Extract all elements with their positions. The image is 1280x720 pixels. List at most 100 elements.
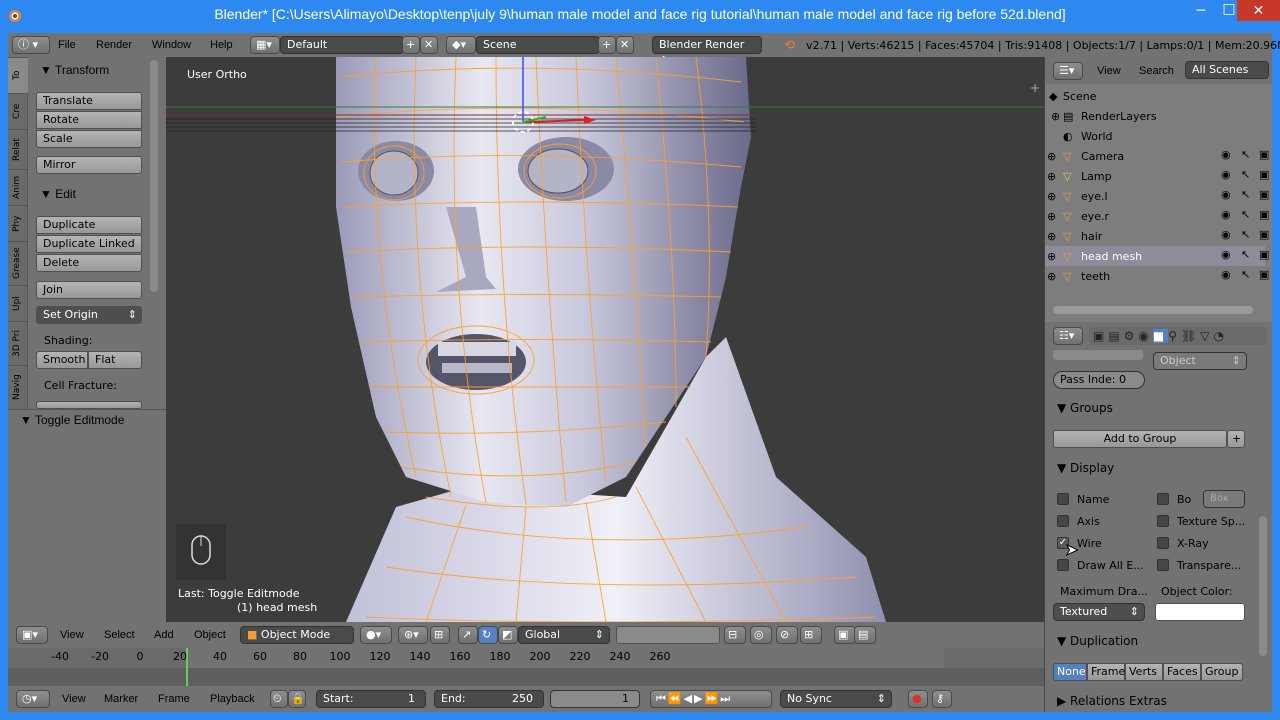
edit-panel-header[interactable]: ▼ Edit xyxy=(40,187,76,201)
orientation-dropdown[interactable]: Global ⇕ xyxy=(518,626,610,644)
tab-3d-print[interactable]: 3D Pri xyxy=(8,321,28,365)
xray-checkbox[interactable] xyxy=(1157,537,1169,549)
menu-marker[interactable]: Marker xyxy=(104,693,138,705)
outliner-object-row[interactable]: ⊕ ▽ Lamp ◉ ↖ ▣ xyxy=(1045,166,1269,186)
cell-fracture-button[interactable] xyxy=(36,401,142,409)
scene-icon[interactable]: ◆▾ xyxy=(446,36,476,54)
selectability-cursor-icon[interactable]: ↖ xyxy=(1241,249,1252,260)
editor-type-3d-button[interactable]: ▣▾ xyxy=(16,626,48,644)
editor-type-properties-button[interactable]: ☷▾ xyxy=(1053,327,1083,345)
bounds-type-dropdown[interactable]: Box xyxy=(1203,490,1245,508)
menu-frame[interactable]: Frame xyxy=(158,693,190,705)
remove-scene-icon[interactable]: ✕ xyxy=(616,36,634,54)
current-frame-field[interactable]: 1 xyxy=(550,690,640,708)
menu-view[interactable]: View xyxy=(60,629,84,641)
duplication-option-button[interactable]: Frame xyxy=(1087,663,1125,681)
timeline[interactable]: -40 -20 0 20 40 60 80 100 120 140 160 180 200 220 240 2… xyxy=(8,648,1044,686)
close-button[interactable]: ✕ xyxy=(1237,0,1280,21)
visibility-eye-icon[interactable]: ◉ xyxy=(1221,209,1232,220)
menu-playback[interactable]: Playback xyxy=(210,693,255,705)
duplication-option-button[interactable]: Group xyxy=(1201,663,1243,681)
editor-type-timeline-button[interactable]: ◷▾ xyxy=(16,690,50,708)
record-icon[interactable]: ● xyxy=(908,690,928,708)
translate-manipulator-icon[interactable]: ↗ xyxy=(458,626,478,644)
selectability-cursor-icon[interactable]: ↖ xyxy=(1241,189,1252,200)
editor-type-info-button[interactable]: ⓘ ▾ xyxy=(12,36,50,54)
renderability-camera-icon[interactable]: ▣ xyxy=(1259,169,1270,180)
menu-outliner-view[interactable]: View xyxy=(1097,65,1121,77)
object-dropdown[interactable]: Object ⇕ xyxy=(1153,352,1247,370)
screen-layout-field[interactable]: Default xyxy=(280,36,404,54)
join-button[interactable]: Join xyxy=(36,281,142,299)
remove-layout-icon[interactable]: ✕ xyxy=(420,36,438,54)
duplication-option-button[interactable]: None xyxy=(1053,663,1087,681)
add-layout-icon[interactable]: + xyxy=(402,36,420,54)
outliner-object-row[interactable]: ⊕ ▽ teeth ◉ ↖ ▣ xyxy=(1045,266,1269,286)
menu-file[interactable]: File xyxy=(58,39,76,51)
duplication-panel-header[interactable]: ▼ Duplication xyxy=(1057,634,1138,648)
rotate-manipulator-icon[interactable]: ↻ xyxy=(478,626,498,644)
end-frame-field[interactable]: End: 250 xyxy=(434,690,544,708)
properties-scrollbar[interactable] xyxy=(1259,516,1267,656)
outliner-object-row[interactable]: ⊕ ▽ eye.r ◉ ↖ ▣ xyxy=(1045,206,1269,226)
tab-animation[interactable]: Anim xyxy=(8,169,28,205)
expand-icon[interactable]: ⊕ xyxy=(1047,210,1056,223)
outliner-object-row[interactable]: ⊕ ▽ head mesh ◉ ↖ ▣ xyxy=(1045,246,1269,266)
tab-create[interactable]: Cre xyxy=(8,93,28,129)
outliner-world-row[interactable]: ◐ World xyxy=(1045,126,1265,146)
expand-icon[interactable]: ⊕ xyxy=(1047,250,1056,263)
minimize-button[interactable]: ─ xyxy=(1186,0,1216,24)
expand-icon[interactable]: ⊕ xyxy=(1047,270,1056,283)
groups-panel-header[interactable]: ▼ Groups xyxy=(1057,401,1113,415)
3d-viewport[interactable]: User Ortho Last: Toggle Editmode (1) hea… xyxy=(166,57,1044,622)
menu-window[interactable]: Window xyxy=(152,39,191,51)
display-mode-dropdown[interactable]: All Scenes xyxy=(1185,61,1269,79)
menu-render[interactable]: Render xyxy=(96,39,132,51)
snap-element-icon[interactable]: ⊞ xyxy=(800,626,822,644)
layers-strip[interactable] xyxy=(1053,350,1143,360)
transparency-checkbox[interactable] xyxy=(1157,559,1169,571)
name-checkbox[interactable] xyxy=(1057,493,1069,505)
duplication-option-button[interactable]: Verts xyxy=(1125,663,1163,681)
layers-grid[interactable] xyxy=(616,626,720,644)
start-frame-field[interactable]: Start: 1 xyxy=(316,690,426,708)
properties-context-tabs[interactable]: ▣▤⚙◉■⚲⛓▽◔ xyxy=(1089,327,1267,345)
selectability-cursor-icon[interactable]: ↖ xyxy=(1241,209,1252,220)
viewport-shading-icon[interactable]: ●▾ xyxy=(360,626,392,644)
visibility-eye-icon[interactable]: ◉ xyxy=(1221,229,1232,240)
translate-button[interactable]: Translate xyxy=(36,92,142,110)
menu-object[interactable]: Object xyxy=(194,629,226,641)
axis-checkbox[interactable] xyxy=(1057,515,1069,527)
selectability-cursor-icon[interactable]: ↖ xyxy=(1241,169,1252,180)
expand-icon[interactable]: ⊕ xyxy=(1047,150,1056,163)
flat-button[interactable]: Flat xyxy=(88,351,142,369)
expand-icon[interactable]: ⊕ xyxy=(1047,190,1056,203)
pivot-icon[interactable]: ⊛▾ xyxy=(398,626,428,644)
viewport-corner-plus-icon[interactable]: + xyxy=(1030,81,1040,95)
object-color-swatch[interactable] xyxy=(1155,603,1245,621)
screen-layout-icon[interactable]: ▦▾ xyxy=(250,36,280,54)
sync-dropdown[interactable]: No Sync ⇕ xyxy=(780,690,892,708)
playback-controls[interactable]: ⏮⏪◀▶⏩⏭ xyxy=(650,690,772,708)
transform-panel-header[interactable]: ▼ Transform xyxy=(40,63,109,77)
menu-select[interactable]: Select xyxy=(104,629,135,641)
tab-grease-pencil[interactable]: Grease xyxy=(8,241,28,285)
visibility-eye-icon[interactable]: ◉ xyxy=(1221,169,1232,180)
menu-search[interactable]: Search xyxy=(1139,65,1174,77)
mode-dropdown[interactable]: ■ Object Mode xyxy=(240,626,354,644)
visibility-eye-icon[interactable]: ◉ xyxy=(1221,269,1232,280)
smooth-button[interactable]: Smooth xyxy=(36,351,88,369)
duplicate-button[interactable]: Duplicate xyxy=(36,216,142,234)
renderability-camera-icon[interactable]: ▣ xyxy=(1259,269,1270,280)
outliner-object-row[interactable]: ⊕ ▽ hair ◉ ↖ ▣ xyxy=(1045,226,1269,246)
tab-relations[interactable]: Relat xyxy=(8,129,28,169)
menu-add[interactable]: Add xyxy=(154,629,174,641)
visibility-eye-icon[interactable]: ◉ xyxy=(1221,249,1232,260)
bounds-checkbox[interactable] xyxy=(1157,493,1169,505)
renderability-camera-icon[interactable]: ▣ xyxy=(1259,209,1270,220)
pass-index-field[interactable]: Pass Inde: 0 xyxy=(1053,371,1145,389)
renderability-camera-icon[interactable]: ▣ xyxy=(1259,149,1270,160)
use-preview-range-icon[interactable]: ⏲ xyxy=(270,690,288,708)
renderability-camera-icon[interactable]: ▣ xyxy=(1259,229,1270,240)
delete-button[interactable]: Delete xyxy=(36,254,142,272)
